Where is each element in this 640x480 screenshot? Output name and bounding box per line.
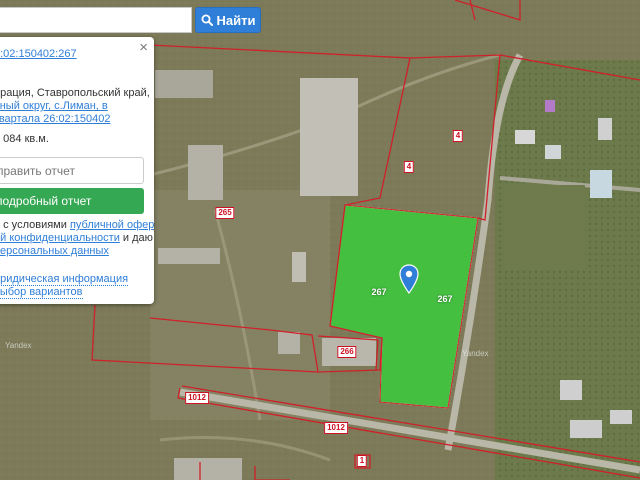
terms-line-2: ой конфиденциальности и даю [0,232,153,245]
detailed-report-label: подробный отчет [0,194,92,208]
terms-line-3: персональных данных [0,245,109,258]
building [292,252,306,282]
privacy-policy-link[interactable]: ой конфиденциальности [0,232,120,244]
building [300,78,358,196]
road-label-1012b: 1012 [324,422,348,434]
legal-info-row: оридическая информация [0,273,129,286]
choice-link[interactable]: выбор вариантов [0,286,83,299]
address-link-3[interactable]: квартала 26:02:150402 [0,113,110,125]
building [155,70,213,98]
report-email-input[interactable] [0,157,144,184]
location-pin-icon[interactable] [399,264,419,294]
plot-label-4b: 4 [403,161,415,173]
building [278,332,300,354]
cadastral-number-row: 6:02:150402:267 [0,48,77,61]
address-line-3: квартала 26:02:150402 [0,113,110,126]
parcel-label-267b: 267 [437,294,453,304]
plot-label-4a: 4 [452,130,464,142]
search-icon [201,14,213,26]
building [158,248,220,264]
building [545,100,555,112]
building [610,410,632,424]
map-watermark: Yandex [5,341,32,350]
building [570,420,602,438]
building [590,170,612,198]
building [174,458,242,480]
personal-data-link[interactable]: персональных данных [0,245,109,257]
terms-line-1: н с условиями публичной оферты [0,219,154,232]
parcel-info-panel: × 6:02:150402:267 ерация, Ставропольский… [0,37,154,304]
detailed-report-button[interactable]: подробный отчет [0,188,144,214]
parcel-area: 5 084 кв.м. [0,133,49,145]
search-input[interactable] [0,7,192,33]
legal-info-link[interactable]: оридическая информация [0,273,129,286]
search-button-label: Найти [216,12,256,28]
building [515,130,535,144]
cadastral-number-link[interactable]: 6:02:150402:267 [0,48,77,60]
plot-label-266: 266 [337,346,357,358]
search-button[interactable]: Найти [195,7,261,33]
public-offer-link[interactable]: публичной оферты [70,219,154,231]
plot-label-1: 1 [356,455,368,467]
close-icon[interactable]: × [139,39,148,57]
road-label-1012a: 1012 [185,392,209,404]
building [598,118,612,140]
field-plot [505,185,585,270]
terms-text-1: н с условиями [0,219,70,231]
bare-ground [150,190,330,420]
building [560,380,582,400]
parcel-label-267a: 267 [371,287,387,297]
address-link-2[interactable]: ьный округ, с.Лиман, в [0,100,108,112]
building [188,145,223,200]
address-line-1: ерация, Ставропольский край, [0,87,150,99]
building [545,145,561,159]
choice-row: выбор вариантов [0,286,83,299]
plot-label-265: 265 [215,207,235,219]
map-watermark: Yandex [462,349,489,358]
address-line-2: ьный округ, с.Лиман, в [0,100,108,113]
terms-text-2: и даю [119,232,153,244]
